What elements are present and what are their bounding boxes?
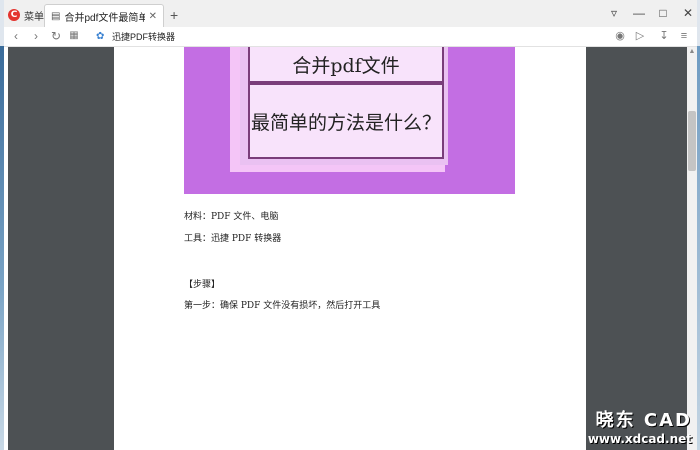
menu-label: 菜单	[24, 11, 44, 23]
document-icon: ▤	[51, 10, 61, 22]
camera-icon[interactable]: ◉	[612, 28, 628, 44]
tab-active[interactable]: ▤ 合并pdf文件最简单的方法 ✕	[44, 4, 164, 27]
back-arrow-icon[interactable]: ‹	[8, 28, 24, 44]
send-icon[interactable]: ▷	[632, 28, 648, 44]
browser-window: C 菜单 ▤ 合并pdf文件最简单的方法 ✕ + ▿ — □ ✕ ‹ › ↻ ▦…	[4, 0, 697, 450]
watermark: 晓东 CAD www.xdcad.net	[572, 406, 692, 446]
title-bar: C 菜单 ▤ 合并pdf文件最简单的方法 ✕ + ▿ — □ ✕	[4, 0, 697, 27]
banner-question-box: 最简单的方法是什么？	[248, 83, 444, 159]
step-one-line: 第一步：确保 PDF 文件没有损坏，然后打开工具	[184, 301, 381, 311]
watermark-brand: 晓东 CAD	[595, 410, 692, 431]
browser-logo-icon: C	[8, 9, 20, 21]
minimize-icon[interactable]: —	[629, 4, 649, 22]
steps-heading: 【步骤】	[184, 280, 221, 290]
tab-title: 合并pdf文件最简单的方法	[64, 12, 144, 24]
forward-arrow-icon[interactable]: ›	[28, 28, 44, 44]
download-icon[interactable]: ↧	[656, 28, 672, 44]
toolbar: ‹ › ↻ ▦ ✿ 迅捷PDF转换器 ◉ ▷ ↧ ≡	[4, 27, 697, 47]
banner-image: 合并pdf文件 最简单的方法是什么？	[184, 47, 515, 194]
apps-grid-icon[interactable]: ▦	[66, 28, 82, 44]
menu-button[interactable]: C 菜单	[8, 6, 44, 24]
materials-line: 材料：PDF 文件、电脑	[184, 212, 279, 222]
address-text: 迅捷PDF转换器	[112, 32, 176, 42]
banner-title-box: 合并pdf文件	[248, 47, 444, 83]
scroll-up-icon[interactable]: ▲	[687, 47, 697, 57]
maximize-icon[interactable]: □	[653, 4, 673, 22]
close-icon[interactable]: ✕	[678, 4, 698, 22]
document-page: 合并pdf文件 最简单的方法是什么？ 材料：PDF 文件、电脑 工具：迅捷 PD…	[114, 47, 586, 450]
scrollbar-thumb[interactable]	[688, 111, 696, 171]
tab-close-icon[interactable]: ✕	[149, 11, 157, 22]
vertical-scrollbar[interactable]: ▲	[687, 47, 697, 450]
new-tab-button[interactable]: +	[170, 6, 178, 24]
address-bar[interactable]: ✿ 迅捷PDF转换器	[96, 29, 596, 44]
reload-icon[interactable]: ↻	[48, 28, 64, 44]
watermark-url: www.xdcad.net	[587, 432, 692, 446]
pdf-viewer: 合并pdf文件 最简单的方法是什么？ 材料：PDF 文件、电脑 工具：迅捷 PD…	[8, 47, 687, 450]
site-icon: ✿	[96, 30, 105, 42]
tool-line: 工具：迅捷 PDF 转换器	[184, 234, 282, 244]
sliders-icon[interactable]: ≡	[676, 28, 692, 44]
tab-list-icon[interactable]: ▿	[604, 4, 624, 22]
